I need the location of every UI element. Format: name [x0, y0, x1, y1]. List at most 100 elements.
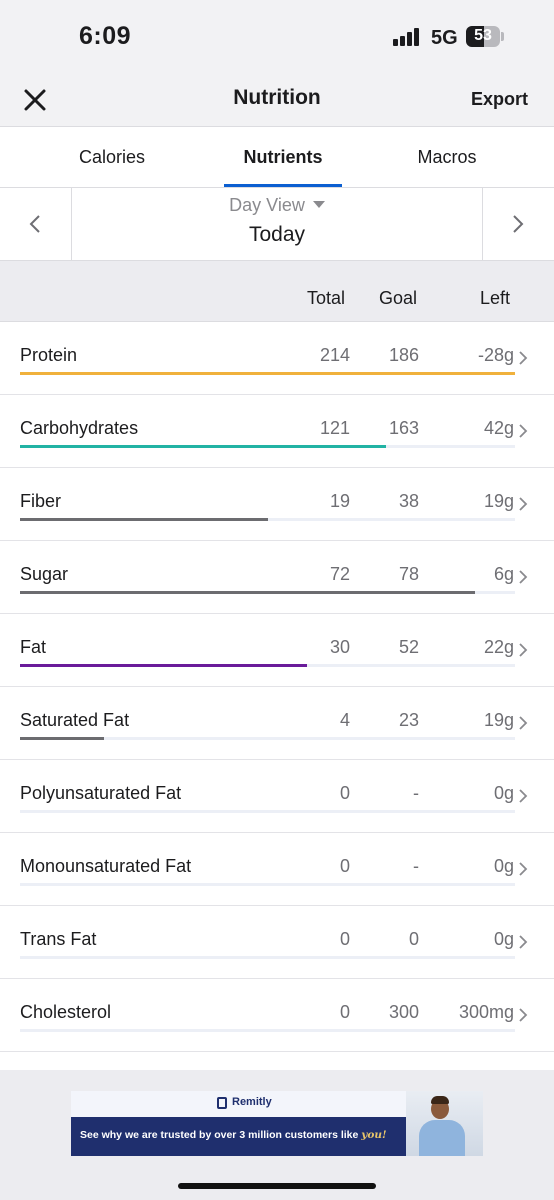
- day-view-dropdown[interactable]: Day View: [0, 195, 554, 216]
- nutrient-name: Sugar: [20, 564, 69, 584]
- caret-down-icon: [312, 200, 325, 208]
- nutrient-row[interactable]: Fat 30 52 22g: [0, 614, 554, 687]
- progress-track: [20, 883, 515, 886]
- tab-bar: Calories Nutrients Macros: [0, 127, 554, 188]
- progress-bar: [20, 664, 308, 667]
- progress-track: [20, 956, 515, 959]
- selected-date: Today: [248, 223, 306, 246]
- nutrient-left: 0g: [493, 783, 514, 803]
- nutrient-goal: 38: [398, 491, 419, 511]
- nutrient-row[interactable]: Carbohydrates 121 163 42g: [0, 395, 554, 468]
- chevron-right-icon: [519, 862, 528, 876]
- next-day-button[interactable]: [482, 188, 554, 260]
- chevron-right-icon: [519, 1008, 528, 1022]
- tab-calories[interactable]: Calories: [42, 147, 182, 168]
- ad-area: Remitly See why we are trusted by over 3…: [0, 1070, 554, 1200]
- signal-icon: [393, 28, 423, 46]
- battery-icon: 53: [466, 26, 500, 47]
- progress-track: [20, 518, 515, 521]
- ad-brand: Remitly: [232, 1096, 272, 1108]
- nutrient-total: 214: [319, 345, 350, 365]
- chevron-right-icon: [519, 935, 528, 949]
- nutrient-left: 42g: [483, 418, 514, 438]
- network-label: 5G: [431, 27, 458, 49]
- progress-track: [20, 810, 515, 813]
- ad-photo: [406, 1091, 483, 1156]
- progress-bar: [20, 591, 476, 594]
- chevron-right-icon: [519, 716, 528, 730]
- battery-tip: [501, 32, 504, 41]
- chevron-right-icon: [519, 570, 528, 584]
- nutrient-left: 22g: [483, 637, 514, 657]
- nutrient-name: Carbohydrates: [20, 418, 139, 438]
- ad-message-text: See why we are trusted by over 3 million…: [80, 1129, 359, 1141]
- nutrient-total: 121: [319, 418, 350, 438]
- nutrient-left: 19g: [483, 491, 514, 511]
- export-button[interactable]: Export: [471, 89, 528, 110]
- nutrient-goal: 0: [408, 929, 419, 949]
- nutrient-row[interactable]: Cholesterol 0 300 300mg: [0, 979, 554, 1052]
- nutrient-goal: -: [413, 856, 419, 876]
- progress-track: [20, 664, 515, 667]
- progress-track: [20, 591, 515, 594]
- nutrient-row[interactable]: Monounsaturated Fat 0 - 0g: [0, 833, 554, 906]
- nutrient-total: 4: [339, 710, 350, 730]
- progress-bar: [20, 518, 268, 521]
- nutrient-left: 0g: [493, 929, 514, 949]
- nutrient-total: 0: [339, 1002, 350, 1022]
- nutrient-left: 0g: [493, 856, 514, 876]
- active-tab-indicator: [224, 184, 342, 187]
- nutrient-name: Polyunsaturated Fat: [20, 783, 182, 803]
- ad-banner[interactable]: Remitly See why we are trusted by over 3…: [71, 1091, 483, 1156]
- nutrient-name: Fiber: [20, 491, 62, 511]
- nutrient-total: 19: [329, 491, 350, 511]
- ad-message-script: you!: [361, 1129, 387, 1141]
- nutrient-list: Protein 214 186 -28g Carbohydrates 121 163 42g F…: [0, 322, 554, 1070]
- tab-macros[interactable]: Macros: [377, 147, 517, 168]
- nutrient-row[interactable]: Fiber 19 38 19g: [0, 468, 554, 541]
- nutrient-name: Protein: [20, 345, 78, 365]
- column-goal: Goal: [379, 288, 418, 308]
- progress-track: [20, 737, 515, 740]
- nutrient-row[interactable]: Trans Fat 0 0 0g: [0, 906, 554, 979]
- progress-bar: [20, 445, 387, 448]
- chevron-right-icon: [519, 497, 528, 511]
- chevron-right-icon: [519, 351, 528, 365]
- nutrient-goal: 186: [388, 345, 419, 365]
- column-left: Left: [480, 288, 511, 308]
- nutrient-total: 0: [339, 783, 350, 803]
- nutrient-goal: 300: [388, 1002, 419, 1022]
- nutrient-name: Saturated Fat: [20, 710, 130, 730]
- column-header: Total Goal Left: [0, 261, 554, 322]
- battery-percent: 53: [474, 27, 492, 44]
- nutrient-row[interactable]: Protein 214 186 -28g: [0, 322, 554, 395]
- nutrient-goal: 52: [398, 637, 419, 657]
- nutrient-name: Trans Fat: [20, 929, 97, 949]
- chevron-right-icon: [513, 215, 524, 233]
- nutrient-total: 72: [329, 564, 350, 584]
- nutrient-row[interactable]: Sugar 72 78 6g: [0, 541, 554, 614]
- nutrient-left: 6g: [493, 564, 514, 584]
- nutrient-name: Monounsaturated Fat: [20, 856, 192, 876]
- day-selector: Day View Today: [0, 188, 554, 261]
- remitly-logo-icon: [217, 1097, 227, 1109]
- nutrient-goal: 78: [398, 564, 419, 584]
- chevron-right-icon: [519, 643, 528, 657]
- status-time: 6:09: [79, 22, 132, 50]
- progress-track: [20, 1029, 515, 1032]
- nutrient-total: 30: [329, 637, 350, 657]
- nutrient-row[interactable]: Saturated Fat 4 23 19g: [0, 687, 554, 760]
- day-view-label: Day View: [229, 195, 305, 215]
- nutrient-goal: -: [413, 783, 419, 803]
- progress-bar: [20, 372, 515, 375]
- nutrient-goal: 23: [398, 710, 419, 730]
- nutrient-total: 0: [339, 856, 350, 876]
- nutrient-row[interactable]: Polyunsaturated Fat 0 - 0g: [0, 760, 554, 833]
- status-bar: 6:09 5G 53: [0, 0, 554, 72]
- ad-message: See why we are trusted by over 3 million…: [80, 1129, 387, 1141]
- nutrient-row[interactable]: Sodium: [0, 1052, 554, 1070]
- nutrient-name: Fat: [20, 637, 47, 657]
- tab-nutrients[interactable]: Nutrients: [213, 147, 353, 168]
- chevron-right-icon: [519, 424, 528, 438]
- nav-bar: Nutrition Export: [0, 72, 554, 127]
